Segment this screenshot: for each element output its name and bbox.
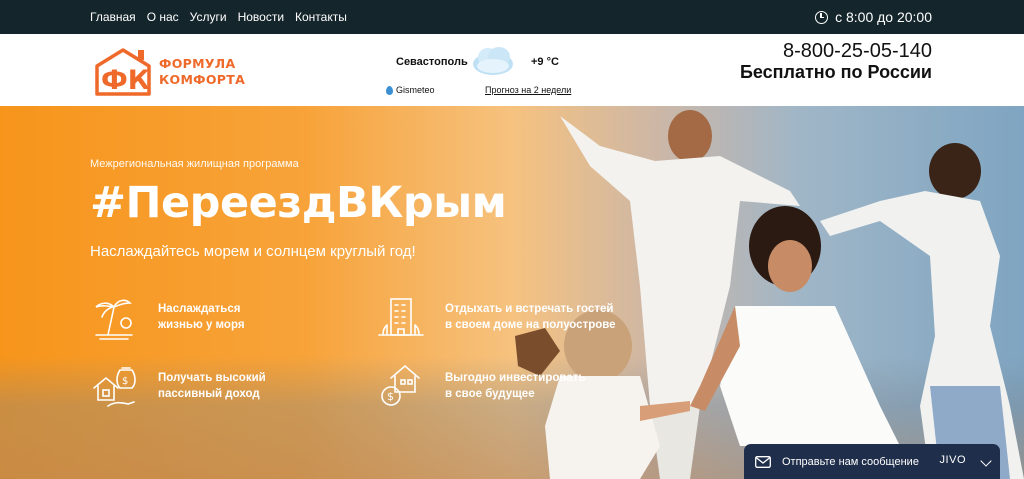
feature-sea-life: Наслаждаться жизнью у моря [90, 293, 245, 341]
clock-icon [815, 10, 829, 24]
house-money-icon: $ [93, 367, 136, 407]
cloud-icon [473, 47, 513, 75]
jivo-logo: JIVO [939, 454, 966, 466]
nav-news-link[interactable]: Новости [238, 10, 284, 24]
feature-own-home: Отдыхать и встречать гостей в своем доме… [377, 293, 616, 341]
feature-line: в своем доме на полуострове [445, 319, 616, 331]
weather-temperature: +9 °C [531, 56, 559, 68]
phone-subtitle: Бесплатно по России [739, 62, 932, 82]
svg-text:$: $ [387, 390, 394, 403]
feature-text: Выгодно инвестировать в свое будущее [445, 370, 585, 402]
hero-eyebrow: Межрегиональная жилищная программа [90, 158, 299, 170]
chat-widget[interactable]: Отправьте нам сообщение JIVO [744, 444, 1000, 479]
logo-line2: КОМФОРТА [159, 72, 246, 87]
hero-tagline: Наслаждайтесь морем и солнцем круглый го… [90, 243, 416, 260]
nav-contacts-link[interactable]: Контакты [295, 10, 347, 24]
nav-about-link[interactable]: О нас [147, 10, 179, 24]
feature-line: в свое будущее [445, 388, 535, 400]
top-bar: Главная О нас Услуги Новости Контакты с … [0, 0, 1024, 34]
svg-text:$: $ [122, 376, 128, 387]
feature-line: Наслаждаться [158, 303, 241, 315]
logo-line1: ФОРМУЛА [159, 56, 236, 71]
logo-mark-text: ФК [101, 65, 150, 96]
feature-text: Наслаждаться жизнью у моря [158, 301, 245, 333]
gismeteo-label: Gismeteo [396, 85, 435, 95]
feature-passive-income: $ Получать высокий пассивный доход [90, 362, 266, 410]
nav-home-link[interactable]: Главная [90, 10, 136, 24]
chevron-down-icon[interactable] [980, 455, 992, 467]
top-nav: Главная О нас Услуги Новости Контакты [90, 0, 347, 34]
chat-label: Отправьте нам сообщение [782, 455, 919, 468]
envelope-icon [755, 455, 771, 468]
hero-banner: Межрегиональная жилищная программа #Пере… [0, 106, 1024, 479]
logo-text: ФОРМУЛА КОМФОРТА [159, 56, 245, 88]
feature-text: Получать высокий пассивный доход [158, 370, 266, 402]
weather-city: Севастополь [396, 56, 468, 68]
phone-number[interactable]: 8-800-25-05-140 [783, 40, 932, 62]
logo[interactable]: ФК ФОРМУЛА КОМФОРТА [93, 46, 245, 96]
feature-line: пассивный доход [158, 388, 260, 400]
feature-investment: $ Выгодно инвестировать в свое будущее [377, 362, 585, 410]
forecast-link[interactable]: Прогноз на 2 недели [485, 85, 571, 95]
header: ФК ФОРМУЛА КОМФОРТА Севастополь +9 °C Gi… [0, 34, 1024, 106]
invest-house-icon: $ [381, 364, 420, 406]
feature-line: жизнью у моря [158, 319, 245, 331]
palm-sunset-icon [95, 299, 133, 340]
nav-services-link[interactable]: Услуги [190, 10, 227, 24]
feature-line: Получать высокий [158, 372, 266, 384]
logo-mark: ФК [95, 48, 151, 96]
feature-line: Выгодно инвестировать [445, 372, 586, 384]
hero-hashtag: #ПереездВКрым [90, 178, 507, 228]
working-hours-text: с 8:00 до 20:00 [835, 9, 932, 25]
gismeteo-link[interactable]: Gismeteo [386, 85, 435, 95]
feature-line: Отдыхать и встречать гостей [445, 303, 614, 315]
gismeteo-drop-icon [386, 85, 393, 95]
working-hours: с 8:00 до 20:00 [815, 0, 932, 34]
building-icon [378, 298, 424, 336]
feature-text: Отдыхать и встречать гостей в своем доме… [445, 301, 616, 333]
